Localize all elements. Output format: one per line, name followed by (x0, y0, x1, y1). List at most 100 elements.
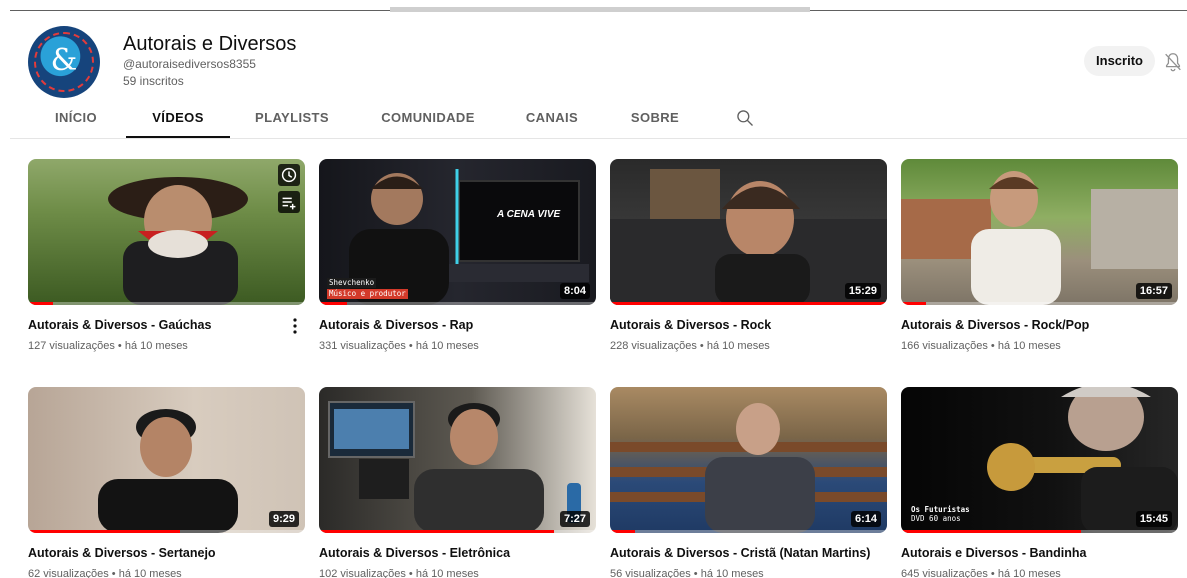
video-card[interactable]: 7:27 Autorais & Diversos - Eletrônica 10… (319, 387, 596, 578)
upload-age: há 10 meses (706, 340, 770, 352)
tab-canais[interactable]: CANAIS (516, 100, 588, 138)
video-duration: 16:57 (1135, 283, 1172, 299)
video-meta: 102 visualizações • há 10 meses (319, 567, 479, 578)
watch-progress (901, 302, 926, 305)
watch-progress (901, 530, 1082, 533)
video-meta: 127 visualizações • há 10 meses (28, 339, 188, 353)
video-duration: 7:27 (559, 511, 590, 527)
thumbnail-scene (98, 409, 238, 533)
channel-tabs: INÍCIO VÍDEOS PLAYLISTS COMUNIDADE CANAI… (10, 100, 1187, 139)
thumbnail-scene (610, 403, 887, 533)
video-card[interactable]: 6:14 Autorais & Diversos - Cristã (Natan… (610, 387, 887, 578)
video-meta: 62 visualizações • há 10 meses (28, 567, 182, 578)
tab-sobre[interactable]: SOBRE (618, 100, 692, 138)
view-count: 228 visualizações (610, 340, 697, 352)
video-duration: 8:04 (559, 283, 590, 299)
view-count: 56 visualizações (610, 568, 691, 578)
video-duration: 15:45 (1135, 511, 1172, 527)
meta-separator: • (111, 568, 116, 578)
more-vert-icon[interactable] (290, 317, 300, 335)
video-duration: 9:29 (268, 511, 299, 527)
progress-track (901, 302, 1178, 305)
meta-separator: • (117, 340, 122, 352)
video-title[interactable]: Autorais & Diversos - Rock (610, 317, 771, 333)
queue-icon (282, 197, 296, 210)
channel-handle: @autoraisediversos8355 (123, 57, 256, 71)
video-meta: 166 visualizações • há 10 meses (901, 339, 1061, 353)
video-card[interactable]: 16:57 Autorais & Diversos - Rock/Pop 166… (901, 159, 1178, 359)
meta-separator: • (699, 340, 704, 352)
tab-comunidade[interactable]: COMUNIDADE (368, 100, 488, 138)
upload-age: há 10 meses (415, 568, 479, 578)
bell-off-icon[interactable] (1162, 51, 1184, 73)
video-card[interactable]: A CENA VIVE Shevchenko Músico e produtor… (319, 159, 596, 359)
video-title[interactable]: Autorais & Diversos - Cristã (Natan Mart… (610, 545, 870, 561)
view-count: 127 visualizações (28, 340, 115, 352)
meta-separator: • (990, 568, 995, 578)
progress-track (319, 302, 596, 305)
watch-progress (610, 302, 887, 305)
watch-progress (319, 530, 555, 533)
banner-edge (390, 7, 810, 12)
video-title[interactable]: Autorais & Diversos - Rap (319, 317, 473, 333)
tab-videos[interactable]: VÍDEOS (126, 100, 230, 138)
video-thumbnail[interactable]: Os Futuristas DVD 60 anos 15:45 (901, 387, 1178, 533)
progress-track (610, 530, 887, 533)
subscribed-button[interactable]: Inscrito (1084, 46, 1155, 76)
tab-inicio[interactable]: INÍCIO (37, 100, 115, 138)
video-card[interactable]: 15:29 Autorais & Diversos - Rock 228 vis… (610, 159, 887, 359)
watch-progress (610, 530, 635, 533)
view-count: 331 visualizações (319, 340, 406, 352)
upload-age: há 10 meses (700, 568, 764, 578)
lower-third-role: Músico e produtor (327, 289, 408, 299)
progress-track (28, 302, 305, 305)
video-thumbnail[interactable] (28, 159, 305, 305)
video-thumbnail[interactable]: 15:29 (610, 159, 887, 305)
video-title[interactable]: Autorais & Diversos - Sertanejo (28, 545, 216, 561)
channel-header: & Autorais e Diversos @autoraisediversos… (28, 26, 1187, 98)
video-thumbnail[interactable]: 16:57 (901, 159, 1178, 305)
video-thumbnail[interactable]: 6:14 (610, 387, 887, 533)
upload-age: há 10 meses (415, 340, 479, 352)
video-title[interactable]: Autorais & Diversos - Gaúchas (28, 317, 211, 333)
video-card[interactable]: Autorais & Diversos - Gaúchas 127 visual… (28, 159, 305, 359)
avatar-logo: & (50, 43, 78, 78)
subscriber-count: 59 inscritos (123, 74, 184, 88)
thumbnail-scene (328, 401, 581, 533)
channel-name: Autorais e Diversos (123, 33, 297, 55)
watch-later-button[interactable] (278, 164, 300, 186)
meta-separator: • (990, 340, 995, 352)
video-title[interactable]: Autorais & Diversos - Rock/Pop (901, 317, 1089, 333)
video-title[interactable]: Autorais e Diversos - Bandinha (901, 545, 1086, 561)
upload-age: há 10 meses (997, 340, 1061, 352)
video-card[interactable]: Os Futuristas DVD 60 anos 15:45 Autorais… (901, 387, 1178, 578)
video-thumbnail[interactable]: 7:27 (319, 387, 596, 533)
channel-avatar[interactable]: & (28, 26, 100, 98)
watch-progress (28, 530, 181, 533)
lower-third-role: DVD 60 anos (911, 514, 961, 523)
video-thumbnail[interactable]: 9:29 (28, 387, 305, 533)
video-card[interactable]: 9:29 Autorais & Diversos - Sertanejo 62 … (28, 387, 305, 578)
search-icon[interactable] (735, 108, 755, 128)
video-meta: 228 visualizações • há 10 meses (610, 339, 770, 353)
upload-age: há 10 meses (118, 568, 182, 578)
thumbnail-text: A CENA VIVE (497, 209, 561, 220)
video-duration: 15:29 (844, 283, 881, 299)
view-count: 62 visualizações (28, 568, 109, 578)
meta-separator: • (693, 568, 698, 578)
tab-playlists[interactable]: PLAYLISTS (244, 100, 340, 138)
video-thumbnail[interactable]: A CENA VIVE Shevchenko Músico e produtor… (319, 159, 596, 305)
video-meta: 331 visualizações • há 10 meses (319, 339, 479, 353)
watch-progress (28, 302, 53, 305)
meta-separator: • (408, 568, 413, 578)
watch-progress (319, 302, 347, 305)
video-meta: 645 visualizações • há 10 meses (901, 567, 1061, 578)
clock-icon (281, 167, 297, 183)
upload-age: há 10 meses (124, 340, 188, 352)
add-to-queue-button[interactable] (278, 191, 300, 213)
video-title[interactable]: Autorais & Diversos - Eletrônica (319, 545, 510, 561)
lower-third-name: Shevchenko (327, 278, 377, 288)
view-count: 102 visualizações (319, 568, 406, 578)
upload-age: há 10 meses (997, 568, 1061, 578)
view-count: 645 visualizações (901, 568, 988, 578)
